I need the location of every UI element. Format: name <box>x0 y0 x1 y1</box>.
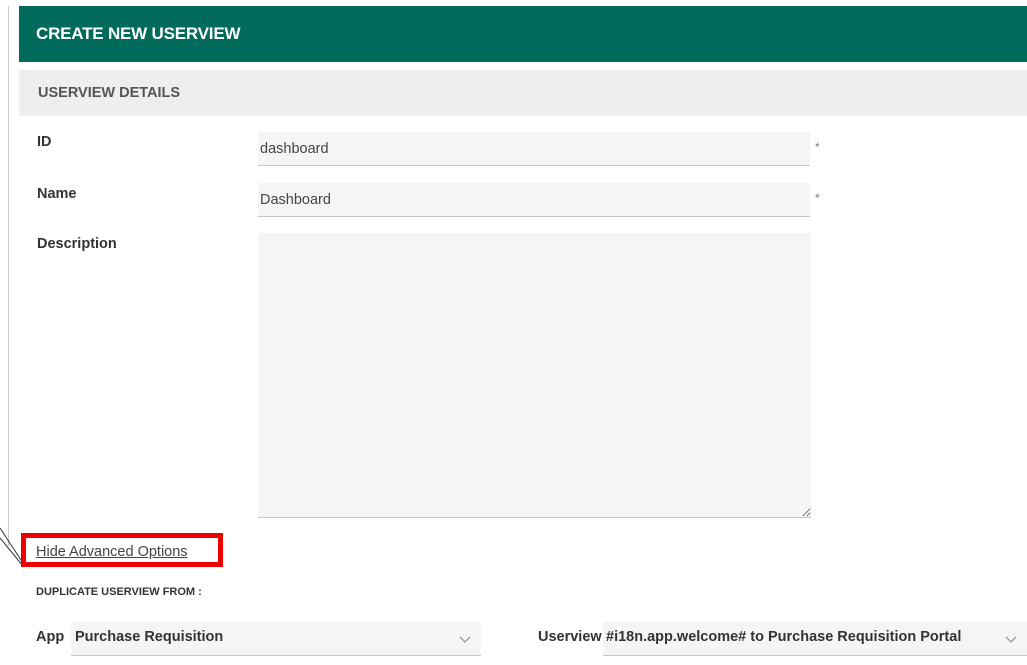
name-required-mark: * <box>815 191 820 205</box>
dialog-title: CREATE NEW USERVIEW <box>36 24 241 43</box>
id-required-mark: * <box>815 140 820 154</box>
highlight-box <box>21 533 223 567</box>
id-field[interactable] <box>258 132 810 166</box>
dialog-header: CREATE NEW USERVIEW <box>19 6 1027 62</box>
chevron-down-icon <box>459 636 471 643</box>
userview-label: Userview <box>538 629 602 645</box>
name-field[interactable] <box>258 183 810 217</box>
id-label: ID <box>37 134 52 150</box>
description-field[interactable] <box>258 233 811 518</box>
section-title: USERVIEW DETAILS <box>38 85 181 101</box>
description-label: Description <box>37 236 117 252</box>
userview-select[interactable]: #i18n.app.welcome# to Purchase Requisiti… <box>603 622 1027 656</box>
app-select-value: Purchase Requisition <box>75 629 224 645</box>
app-label: App <box>36 629 65 645</box>
page-border-line <box>8 6 9 546</box>
duplicate-heading: DUPLICATE USERVIEW FROM : <box>36 586 202 598</box>
section-header: USERVIEW DETAILS <box>19 70 1027 116</box>
chevron-down-icon <box>1005 636 1017 643</box>
app-select[interactable]: Purchase Requisition <box>71 622 481 656</box>
name-label: Name <box>37 186 77 202</box>
userview-select-value: #i18n.app.welcome# to Purchase Requisiti… <box>606 629 962 645</box>
